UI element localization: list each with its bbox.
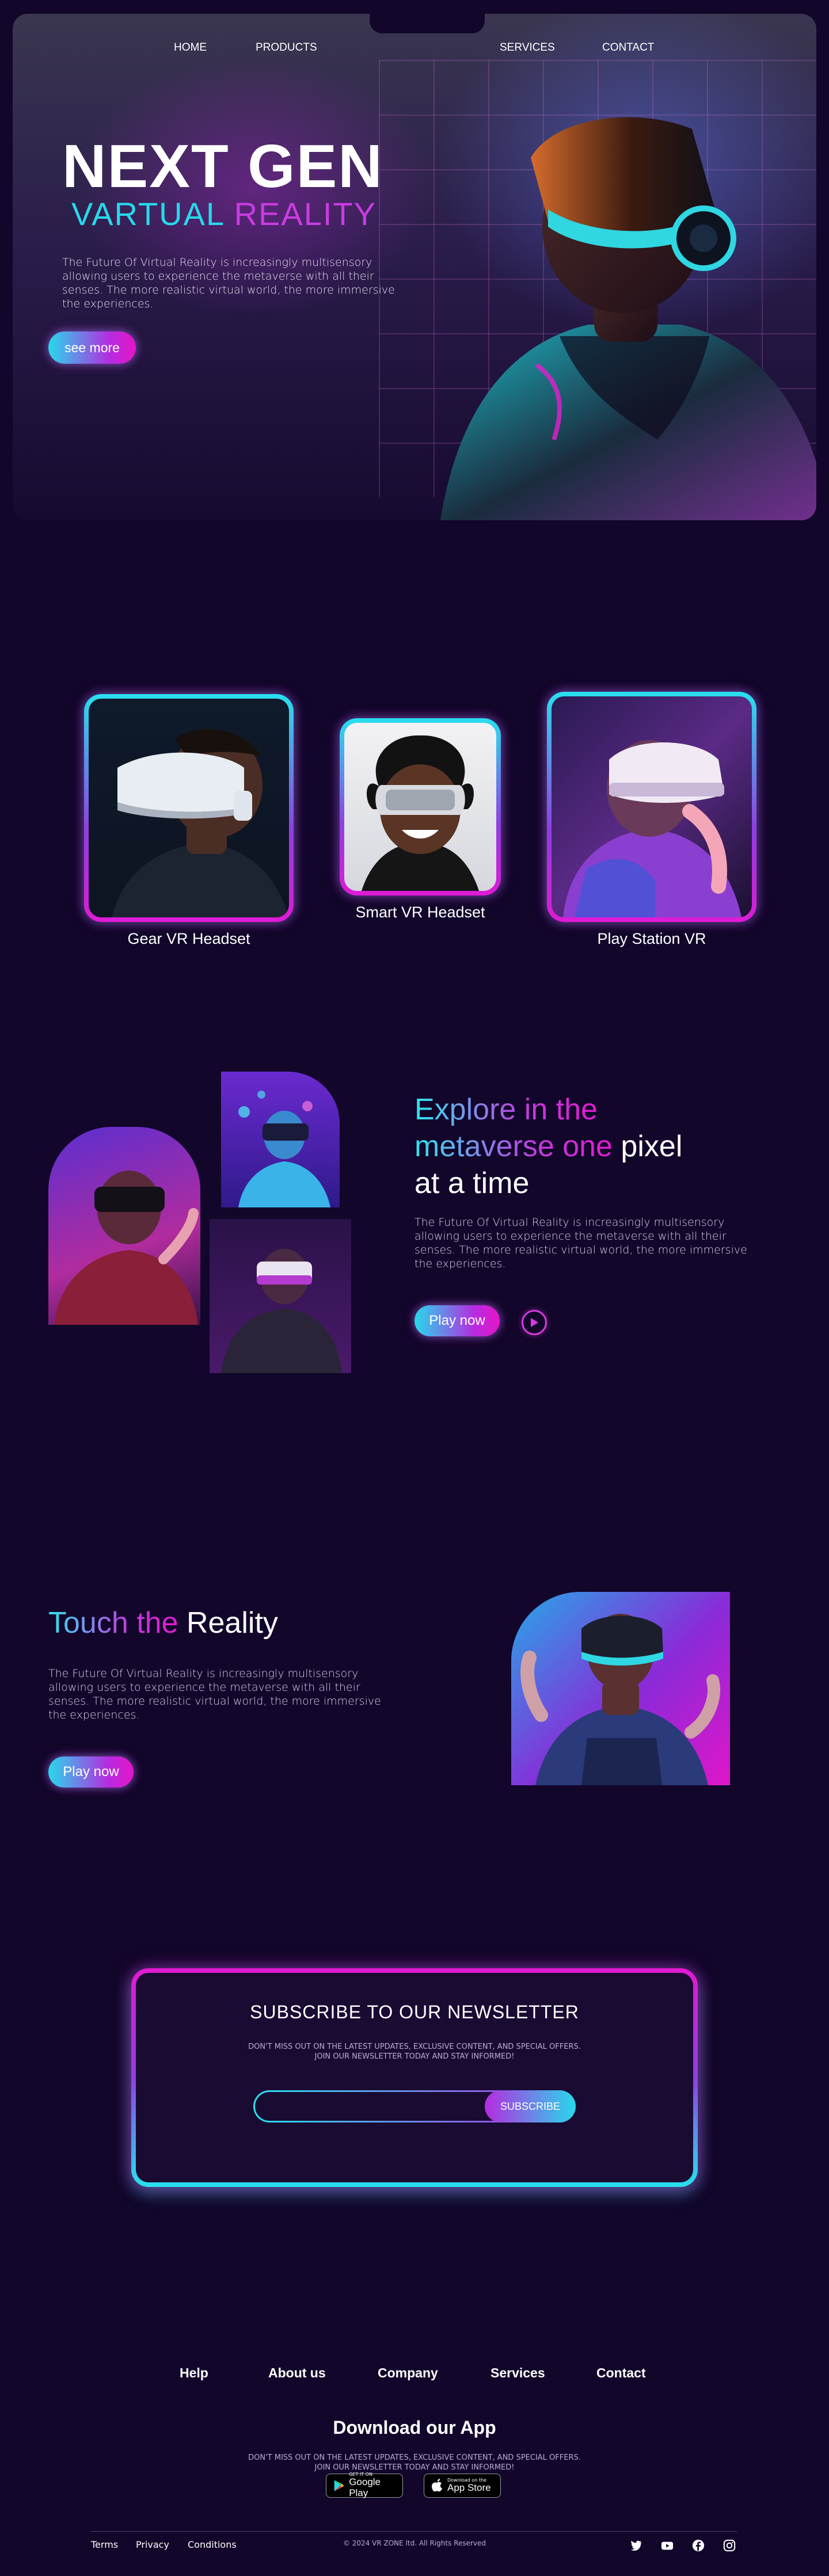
subscribe-button[interactable]: SUBSCRIBE bbox=[485, 2090, 576, 2122]
touch-play-now-button[interactable]: Play now bbox=[48, 1756, 134, 1788]
download-app-description: DON'T MISS OUT ON THE LATEST UPDATES, EX… bbox=[248, 2453, 581, 2472]
footer-services-link[interactable]: Services bbox=[490, 2365, 545, 2381]
touch-person-image bbox=[520, 1614, 721, 1785]
product-label-playstation-vr: Play Station VR bbox=[597, 930, 706, 947]
touch-title-part-b: Reality bbox=[186, 1606, 278, 1640]
hero-section: HOME PRODUCTS SERVICES CONTACT NEXT GEN … bbox=[13, 14, 816, 520]
explore-title-line-1: Explore in the bbox=[414, 1091, 771, 1128]
product-label-gear-vr: Gear VR Headset bbox=[127, 930, 250, 947]
newsletter-description: DON'T MISS OUT ON THE LATEST UPDATES, EX… bbox=[248, 2042, 581, 2061]
app-store-text: Download on the App Store bbox=[447, 2478, 491, 2494]
smart-vr-person-illustration bbox=[362, 735, 479, 891]
hero-vr-person-image bbox=[440, 117, 816, 520]
footer-contact-link[interactable]: Contact bbox=[596, 2365, 646, 2381]
footer-about-link[interactable]: About us bbox=[268, 2365, 326, 2381]
copyright-text: © 2024 VR ZONE ltd. All Rights Reserved bbox=[343, 2539, 486, 2547]
newsletter-box bbox=[131, 1968, 698, 2187]
explore-image-top bbox=[221, 1072, 340, 1207]
product-image-smart-vr bbox=[344, 723, 496, 891]
explore-person-illustration-bottom bbox=[221, 1249, 342, 1373]
apple-icon bbox=[432, 2479, 442, 2492]
app-store-badge[interactable]: Download on the App Store bbox=[424, 2474, 501, 2498]
explore-person-illustration-top bbox=[238, 1091, 330, 1207]
explore-image-left bbox=[48, 1127, 200, 1325]
footer-company-link[interactable]: Company bbox=[378, 2365, 438, 2381]
footer-conditions-link[interactable]: Conditions bbox=[188, 2539, 237, 2550]
hero-subtitle-part-b: REALITY bbox=[234, 196, 377, 232]
google-play-big-text: Google Play bbox=[349, 2476, 381, 2498]
explore-title: Explore in the metaverse one pixel at a … bbox=[414, 1091, 771, 1202]
google-play-badge[interactable]: GET IT ON Google Play bbox=[326, 2472, 403, 2498]
product-label-smart-vr: Smart VR Headset bbox=[355, 904, 485, 921]
hero-title: NEXT GEN bbox=[62, 132, 383, 200]
nav-notch bbox=[370, 14, 485, 33]
nav-services-link[interactable]: SERVICES bbox=[500, 41, 555, 54]
touch-description: The Future Of Virtual Reality is increas… bbox=[48, 1667, 381, 1721]
hero-subtitle: VARTUAL REALITY bbox=[71, 198, 377, 230]
footer-terms-link[interactable]: Terms bbox=[91, 2539, 118, 2550]
footer-help-link[interactable]: Help bbox=[180, 2365, 208, 2381]
google-play-text: GET IT ON Google Play bbox=[349, 2472, 396, 2498]
touch-title: Touch the Reality bbox=[48, 1605, 405, 1641]
nav-products-link[interactable]: PRODUCTS bbox=[256, 41, 317, 54]
explore-description: The Future Of Virtual Reality is increas… bbox=[414, 1216, 747, 1270]
download-app-title: Download our App bbox=[333, 2417, 496, 2438]
explore-title-line-3: at a time bbox=[414, 1165, 771, 1202]
playstation-vr-person-illustration bbox=[563, 740, 741, 917]
instagram-icon[interactable] bbox=[723, 2539, 736, 2552]
product-card-gear-vr[interactable] bbox=[84, 694, 294, 922]
explore-image-bottom bbox=[210, 1219, 351, 1373]
newsletter-title: SUBSCRIBE TO OUR NEWSLETTER bbox=[250, 2002, 579, 2022]
nav-contact-link[interactable]: CONTACT bbox=[602, 41, 654, 54]
explore-title-part-a: Explore in the bbox=[414, 1093, 598, 1126]
product-card-playstation-vr[interactable] bbox=[547, 692, 756, 922]
nav-home-link[interactable]: HOME bbox=[174, 41, 207, 54]
explore-title-part-b: metaverse one bbox=[414, 1130, 613, 1163]
youtube-icon[interactable] bbox=[661, 2539, 674, 2552]
hero-subtitle-part-a: VARTUAL bbox=[71, 196, 225, 232]
explore-play-now-button[interactable]: Play now bbox=[414, 1305, 500, 1336]
hero-description: The Future Of Virtual Reality is increas… bbox=[62, 256, 395, 310]
touch-title-part-a: Touch the bbox=[48, 1606, 178, 1640]
footer-divider bbox=[91, 2531, 737, 2532]
see-more-button[interactable]: see more bbox=[48, 331, 136, 364]
app-store-big-text: App Store bbox=[447, 2482, 491, 2493]
explore-title-part-d: at a time bbox=[414, 1167, 530, 1200]
gear-vr-person-illustration bbox=[112, 729, 289, 917]
explore-title-line-2: metaverse one pixel bbox=[414, 1128, 771, 1165]
product-image-gear-vr bbox=[89, 699, 289, 917]
facebook-icon[interactable] bbox=[692, 2539, 705, 2552]
product-image-playstation-vr bbox=[552, 696, 752, 917]
explore-person-illustration-left bbox=[54, 1171, 199, 1325]
play-icon bbox=[531, 1318, 538, 1327]
google-play-icon bbox=[334, 2480, 344, 2491]
twitter-icon[interactable] bbox=[630, 2539, 642, 2552]
footer-privacy-link[interactable]: Privacy bbox=[136, 2539, 169, 2550]
product-card-smart-vr[interactable] bbox=[340, 718, 501, 895]
explore-title-part-c: pixel bbox=[621, 1130, 683, 1163]
play-icon-button[interactable] bbox=[522, 1310, 547, 1335]
